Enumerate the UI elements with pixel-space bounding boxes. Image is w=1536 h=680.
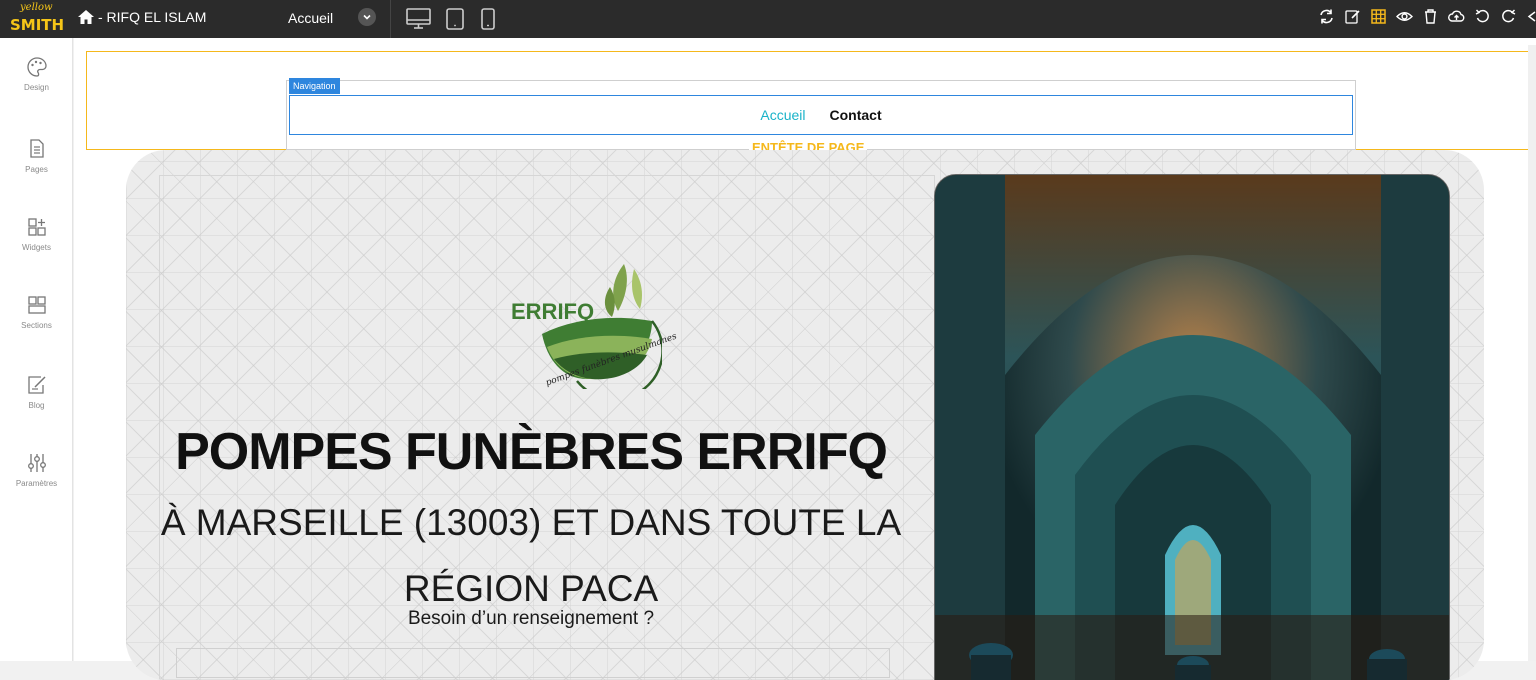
sidebar-item-label: Design [24,83,49,92]
site-title[interactable]: - RIFQ EL ISLAM [78,9,206,25]
nav-link-accueil[interactable]: Accueil [760,107,805,123]
pages-icon [29,139,44,158]
navigation-widget-tag[interactable]: Navigation [289,78,340,94]
right-toolbar [1318,8,1536,25]
sidebar-item-design[interactable]: Design [0,56,73,92]
palette-icon [26,57,47,77]
help-text: Besoin d’un renseignement ? [407,608,655,629]
logo-script-text: yellow [20,2,53,13]
left-sidebar: Design Pages Widgets Sections Blog Param… [0,38,73,661]
contact-form-outline[interactable] [176,648,890,678]
widgets-add-icon [27,218,46,236]
hero-section[interactable]: ERRIFQ pompes funèbres musulmanes POMPES… [126,150,1484,680]
nav-link-contact[interactable]: Contact [830,107,882,123]
sidebar-item-label: Pages [25,165,48,174]
trash-icon[interactable] [1422,8,1439,25]
grid-icon[interactable] [1370,8,1387,25]
desktop-icon[interactable] [406,7,431,31]
mosque-interior-image[interactable] [934,174,1450,680]
hero-subtitle-line1: À MARSEILLE (13003) ET DANS TOUTE LA [160,502,902,543]
home-icon [78,10,94,24]
app-logo[interactable]: yellow SMITH [10,2,64,36]
sidebar-item-label: Sections [21,321,52,330]
sidebar-item-widgets[interactable]: Widgets [0,216,73,252]
site-title-text: - RIFQ EL ISLAM [98,9,207,25]
blog-edit-icon [27,376,46,394]
code-icon[interactable] [1526,8,1536,25]
canvas-scrollbar[interactable] [1528,45,1536,661]
errifq-logo[interactable]: ERRIFQ pompes funèbres musulmanes [502,259,678,389]
page-header-frame[interactable]: Navigation Accueil Contact [86,51,1530,150]
sidebar-item-sections[interactable]: Sections [0,294,73,330]
page-select-dropdown[interactable]: Accueil [288,6,378,30]
sync-icon[interactable] [1318,8,1335,25]
toolbar-divider [390,0,391,38]
hero-title: POMPES FUNÈBRES ERRIFQ [175,423,888,481]
page-select-value: Accueil [288,10,334,26]
tablet-icon[interactable] [445,7,465,31]
top-toolbar: yellow SMITH - RIFQ EL ISLAM Accueil [0,0,1536,38]
undo-icon[interactable] [1474,8,1491,25]
sidebar-item-label: Blog [28,401,45,410]
redo-icon[interactable] [1500,8,1517,25]
mobile-icon[interactable] [480,7,496,31]
logo-word-text: SMITH [10,16,65,34]
sliders-icon [27,454,46,472]
sidebar-item-label: Paramètres [15,479,58,488]
mosque-interior-illustration [935,175,1449,680]
brand-wordmark: ERRIFQ [511,299,595,324]
cloud-upload-icon[interactable] [1448,8,1465,25]
eye-icon[interactable] [1396,8,1413,25]
sidebar-item-label: Widgets [22,243,51,252]
chevron-down-icon [358,8,376,26]
sections-icon [27,296,46,314]
navigation-bar[interactable]: Accueil Contact [289,95,1353,135]
hero-subtitle: À MARSEILLE (13003) ET DANS TOUTE LA RÉG… [126,490,936,622]
sidebar-item-pages[interactable]: Pages [0,138,73,174]
sidebar-item-parametres[interactable]: Paramètres [0,452,73,488]
edit-icon[interactable] [1344,8,1361,25]
sidebar-item-blog[interactable]: Blog [0,374,73,410]
editor-canvas: Navigation Accueil Contact ENTÊTE DE PAG… [74,38,1536,680]
